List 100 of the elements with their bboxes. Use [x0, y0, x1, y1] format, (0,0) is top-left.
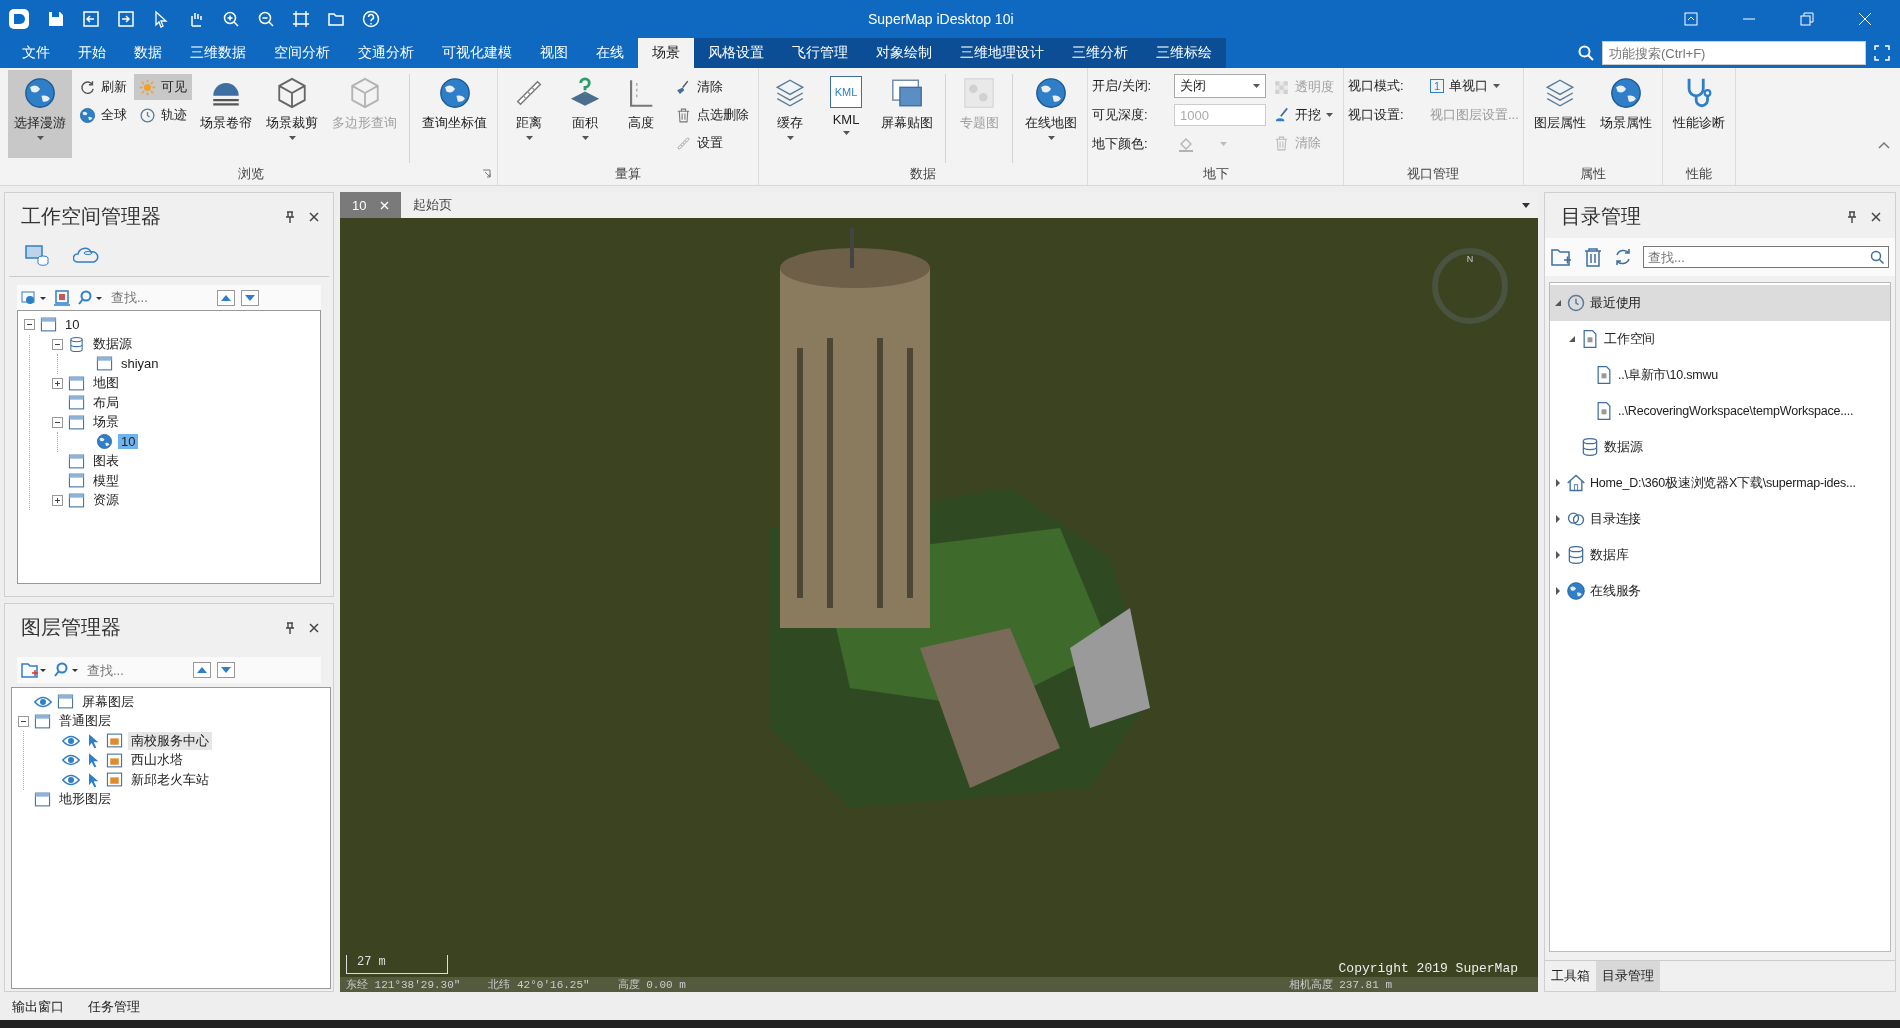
ribbon-button[interactable]: 性能诊断	[1666, 70, 1731, 158]
menu-tab[interactable]: 在线	[582, 38, 638, 68]
menu-tab[interactable]: 空间分析	[260, 38, 344, 68]
catalog-item[interactable]: 目录连接	[1550, 501, 1890, 537]
layer-item[interactable]: 普通图层	[56, 712, 114, 731]
ribbon-button[interactable]: 开挖	[1268, 102, 1339, 128]
pin-icon[interactable]	[285, 621, 295, 634]
export-icon[interactable]	[117, 10, 135, 28]
ribbon-button[interactable]: KML KML	[819, 70, 873, 158]
catalog-item[interactable]: 工作空间	[1564, 321, 1890, 357]
ribbon-display-icon[interactable]	[1684, 12, 1698, 26]
menu-tab[interactable]: 场景	[638, 38, 694, 68]
menu-tab[interactable]: 开始	[64, 38, 120, 68]
ribbon-button[interactable]: 场景属性	[1593, 70, 1658, 158]
panel-tab[interactable]: 输出窗口	[12, 998, 64, 1016]
panel-tab[interactable]: 工具箱	[1545, 961, 1596, 991]
compass[interactable]: N	[1432, 248, 1508, 324]
layer-item[interactable]: 地形图层	[56, 790, 114, 809]
ribbon-button[interactable]: 距离	[502, 70, 556, 158]
panel-tab[interactable]: 目录管理	[1596, 961, 1660, 991]
save-icon[interactable]	[47, 10, 65, 28]
menu-tab[interactable]: 可视化建模	[428, 38, 526, 68]
layer-item[interactable]: 新邱老火车站	[128, 770, 212, 789]
tab-list-arrow-icon[interactable]	[1522, 202, 1530, 208]
collapsed-arrow-icon[interactable]	[1554, 587, 1562, 595]
tree-item[interactable]: 布局	[90, 393, 122, 412]
computer-database-icon[interactable]	[25, 244, 49, 266]
menu-tab[interactable]: 交通分析	[344, 38, 428, 68]
ribbon-button[interactable]: 缓存	[763, 70, 817, 158]
close-icon[interactable]	[1871, 211, 1881, 222]
menu-tab[interactable]: 对象绘制	[862, 38, 946, 68]
catalog-item[interactable]: 最近使用	[1550, 285, 1890, 321]
collapse-toggle[interactable]	[52, 416, 63, 428]
ribbon-button[interactable]: 面积	[558, 70, 612, 158]
collapse-ribbon-icon[interactable]	[1878, 141, 1890, 149]
menu-tab[interactable]: 文件	[8, 38, 64, 68]
ribbon-button[interactable]: 在线地图	[1019, 70, 1083, 158]
ribbon-button[interactable]: 设置	[670, 130, 754, 156]
tree-item[interactable]: 图表	[90, 452, 122, 471]
collapse-toggle[interactable]	[52, 338, 63, 350]
tree-item[interactable]: 模型	[90, 471, 122, 490]
catalog-item[interactable]: 数据源	[1564, 429, 1890, 465]
new-folder-icon[interactable]	[1551, 247, 1573, 267]
search-icon[interactable]	[1870, 250, 1884, 264]
collapsed-arrow-icon[interactable]	[1554, 551, 1562, 559]
catalog-item[interactable]: ..\阜新市\10.smwu	[1578, 357, 1890, 393]
ribbon-button[interactable]: 选择漫游	[8, 70, 72, 158]
search-icon[interactable]	[53, 662, 79, 678]
expanded-arrow-icon[interactable]	[1554, 299, 1562, 307]
collapsed-arrow-icon[interactable]	[1554, 479, 1562, 487]
catalog-item[interactable]: ..\RecoveringWorkspace\tempWorkspace....	[1578, 393, 1890, 429]
function-search-field[interactable]: 功能搜索(Ctrl+F)	[1602, 41, 1866, 65]
menu-tab[interactable]: 三维地理设计	[946, 38, 1058, 68]
menu-tab[interactable]: 数据	[120, 38, 176, 68]
layer-item[interactable]: 屏幕图层	[79, 692, 137, 711]
delete-icon[interactable]	[1583, 247, 1603, 267]
ribbon-button[interactable]: 屏幕贴图	[875, 70, 939, 158]
menu-tab[interactable]: 三维标绘	[1142, 38, 1226, 68]
move-down-button[interactable]	[217, 662, 235, 678]
close-icon[interactable]	[309, 211, 319, 222]
menu-tab[interactable]: 飞行管理	[778, 38, 862, 68]
refresh-icon[interactable]	[1613, 247, 1633, 267]
tree-item[interactable]: 资源	[90, 491, 122, 510]
add-folder-icon[interactable]	[21, 661, 47, 679]
app-logo-icon[interactable]	[8, 8, 30, 30]
folder-icon[interactable]	[327, 10, 345, 28]
ribbon-button[interactable]: 刷新	[74, 74, 132, 100]
dialog-launcher-icon[interactable]	[482, 169, 491, 178]
tree-item[interactable]: 10	[118, 434, 139, 450]
search-icon[interactable]	[1578, 45, 1594, 61]
ribbon-button[interactable]: 可见	[134, 74, 192, 100]
view-options-icon[interactable]	[21, 289, 47, 306]
tree-item[interactable]: shiyan	[118, 356, 162, 372]
close-icon[interactable]	[309, 622, 319, 633]
catalog-item[interactable]: 在线服务	[1550, 573, 1890, 609]
select-field[interactable]: 关闭	[1174, 74, 1266, 98]
layer-item[interactable]: 南校服务中心	[128, 731, 212, 750]
ribbon-button[interactable]: 轨迹	[134, 102, 192, 128]
collapsed-arrow-icon[interactable]	[1554, 515, 1562, 523]
zoom-out-icon[interactable]	[257, 10, 275, 28]
layer-item[interactable]: 西山水塔	[128, 751, 186, 770]
menu-tab[interactable]: 视图	[526, 38, 582, 68]
tree-item[interactable]: 场景	[90, 413, 122, 432]
ribbon-button[interactable]: 场景卷帘	[194, 70, 258, 158]
tree-item[interactable]: 数据源	[90, 335, 135, 354]
menu-tab[interactable]: 三维数据	[176, 38, 260, 68]
tree-item[interactable]: 10	[62, 317, 83, 333]
collapse-toggle[interactable]	[24, 319, 35, 331]
ribbon-button[interactable]: 高度	[614, 70, 668, 158]
ribbon-button[interactable]: 场景裁剪	[260, 70, 324, 158]
menu-tab[interactable]: 风格设置	[694, 38, 778, 68]
catalog-item[interactable]: Home_D:\360极速浏览器X下载\supermap-ides...	[1550, 465, 1890, 501]
expand-toggle[interactable]	[52, 377, 63, 389]
collapse-toggle[interactable]	[18, 715, 29, 727]
menu-tab[interactable]: 三维分析	[1058, 38, 1142, 68]
tree-item[interactable]: 地图	[90, 374, 122, 393]
restore-icon[interactable]	[1800, 12, 1814, 26]
ribbon-button[interactable]: 查询坐标值	[416, 70, 493, 158]
full-extent-icon[interactable]	[292, 10, 310, 28]
ribbon-button[interactable]: 图层属性	[1527, 70, 1592, 158]
